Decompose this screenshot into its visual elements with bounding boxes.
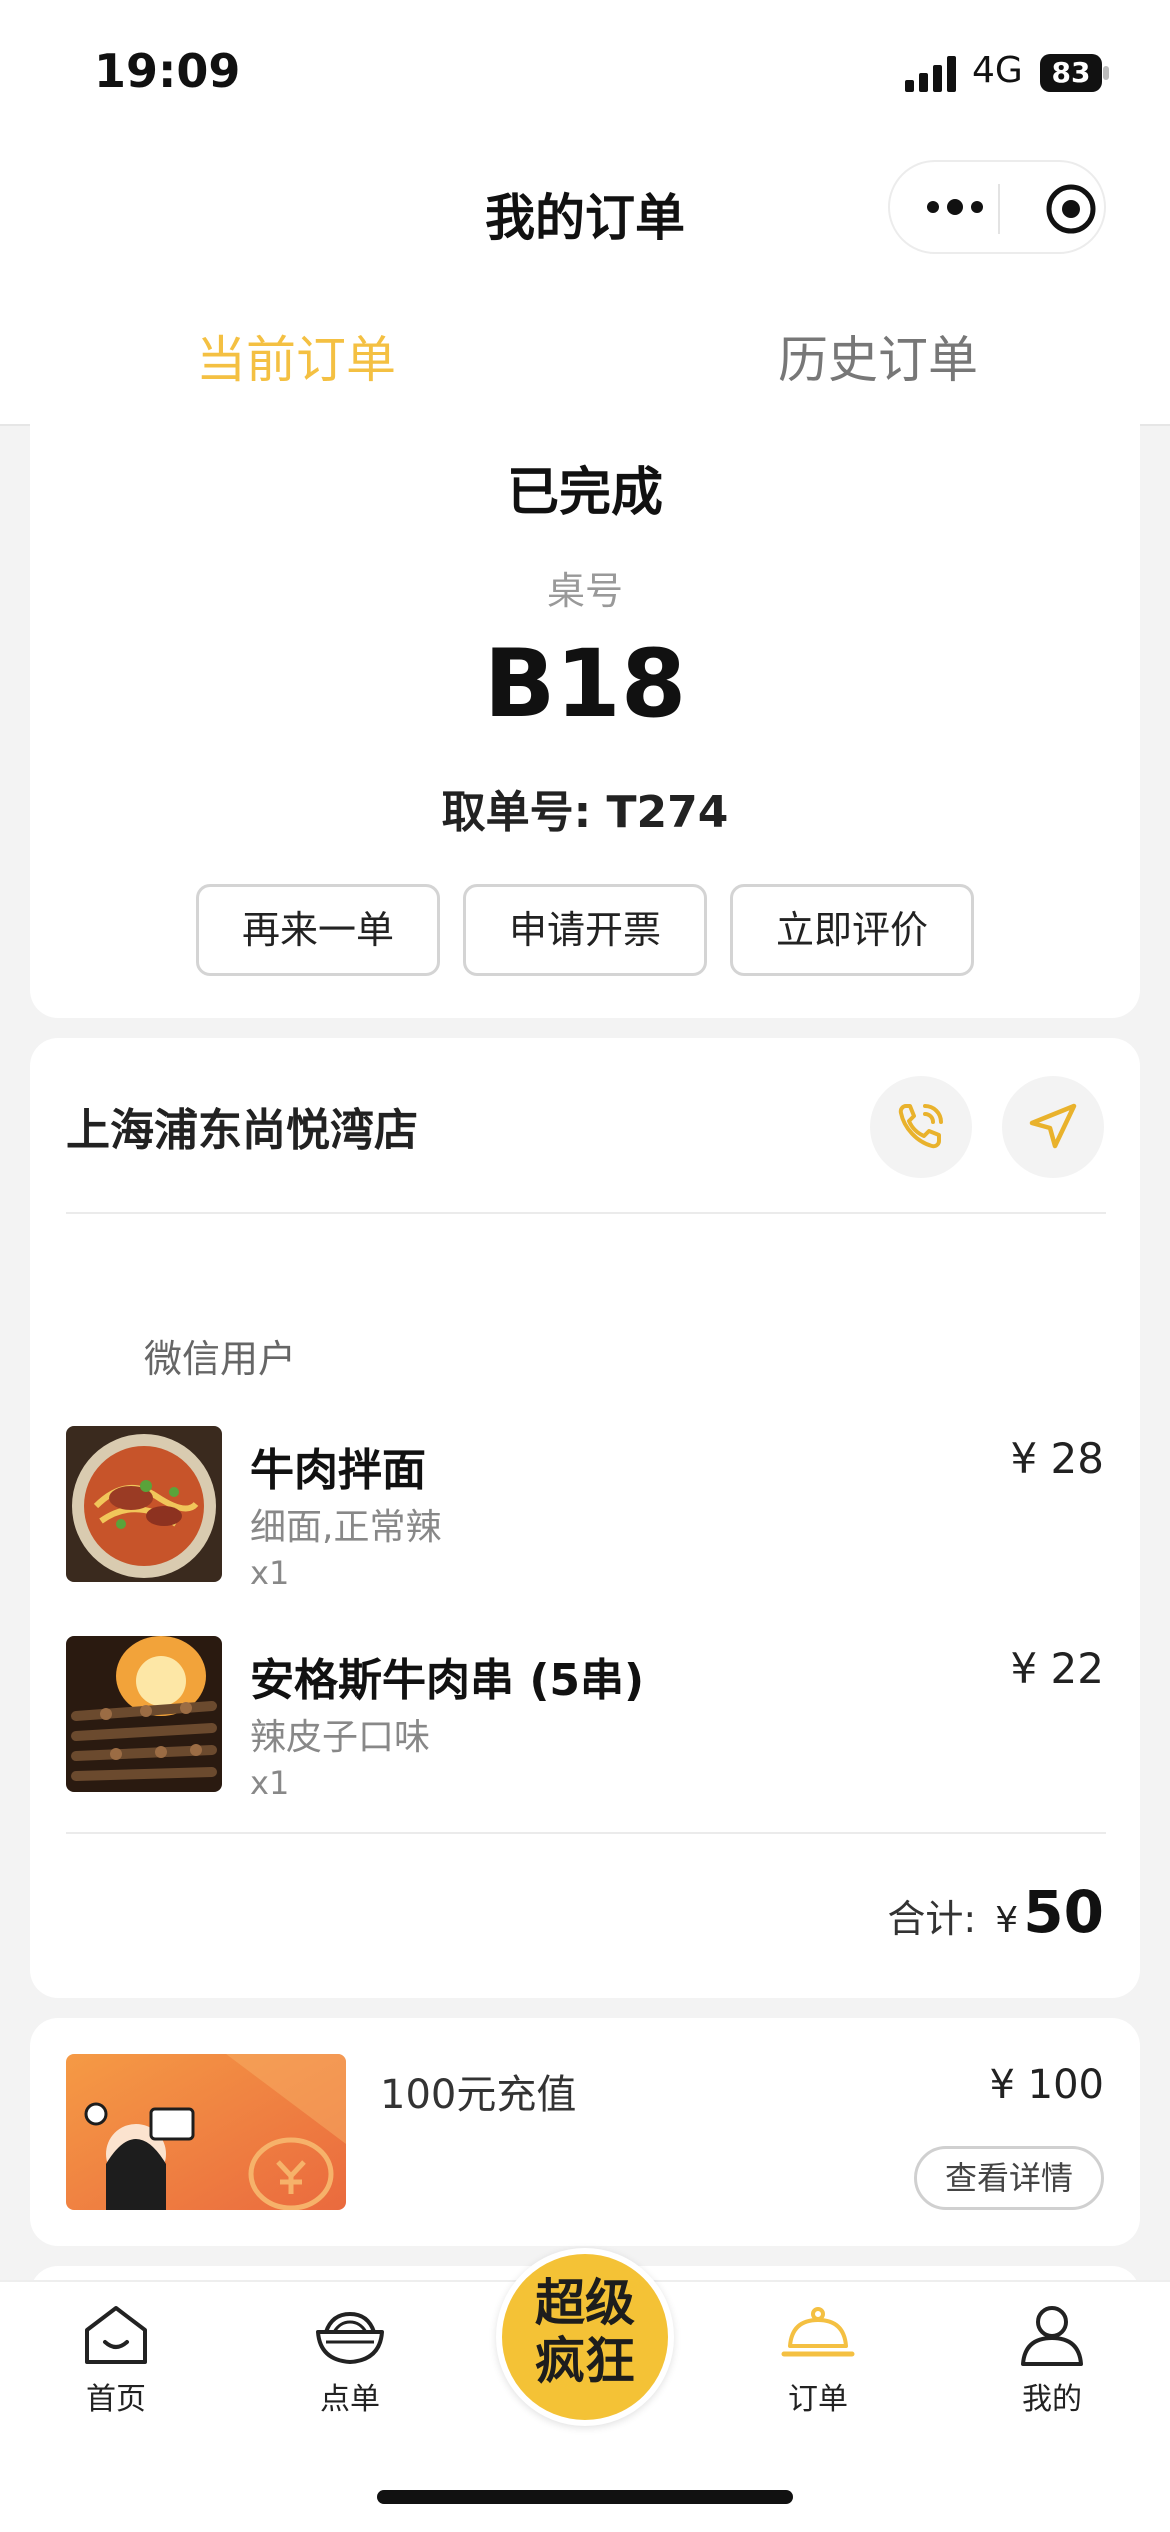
item-image-beef-noodle: [66, 1426, 222, 1582]
tabbar-order-label: 订单: [788, 2382, 848, 2417]
items-divider: [66, 1832, 1106, 1834]
total-label: 合计:: [887, 1897, 977, 1941]
status-bar: 19:09 4G 83: [0, 0, 1170, 140]
item-quantity: x1: [250, 1764, 290, 1802]
item-name: 牛肉拌面: [250, 1445, 426, 1496]
tabbar-order[interactable]: 订单: [738, 2302, 898, 2418]
table-label: 桌号: [546, 569, 623, 613]
tabbar-menu-label: 点单: [320, 2382, 380, 2417]
recharge-card: 100元充值 ¥ 100 查看详情: [30, 2018, 1140, 2246]
phone-icon: [898, 1104, 943, 1149]
capsule-divider: [998, 184, 1000, 234]
tabbar-mine[interactable]: 我的: [972, 2302, 1132, 2418]
battery-icon: 83: [1040, 54, 1110, 92]
tabbar-home[interactable]: 首页: [36, 2302, 196, 2418]
order-status: 已完成: [506, 463, 663, 523]
order-status-card: 已完成 桌号 B18 取单号: T274 再来一单 申请开票 立即评价: [30, 400, 1140, 1018]
item-image-beef-skewers: [66, 1636, 222, 1792]
network-type: 4G: [972, 50, 1023, 91]
item-spec: 辣皮子口味: [250, 1717, 431, 1758]
item-quantity: x1: [250, 1554, 290, 1592]
pickup-number: 取单号: T274: [441, 787, 729, 838]
close-target-icon[interactable]: [1044, 182, 1098, 236]
tabbar-mine-label: 我的: [1022, 2382, 1082, 2417]
home-indicator: [377, 2490, 793, 2504]
item-spec: 细面,正常辣: [250, 1507, 442, 1548]
order-total: 合计: ¥ 50: [887, 1878, 1104, 1946]
cellular-signal-icon: [905, 56, 956, 92]
tab-current-orders[interactable]: 当前订单: [196, 320, 396, 392]
reorder-button[interactable]: 再来一单: [196, 884, 440, 976]
order-detail-card: 上海浦东尚悦湾店 微信用户 牛肉拌面 细面,正常辣 x1 ¥ 28 安格斯牛肉串…: [30, 1038, 1140, 1998]
call-store-button[interactable]: [870, 1076, 972, 1178]
promo-line1: 超级: [535, 2274, 635, 2332]
promo-center-button[interactable]: 超级 疯狂: [496, 2248, 674, 2426]
tabbar-menu[interactable]: 点单: [270, 2302, 430, 2418]
item-price: ¥ 22: [1010, 1644, 1104, 1693]
store-divider: [66, 1212, 1106, 1214]
review-button[interactable]: 立即评价: [730, 884, 974, 976]
tab-history-orders[interactable]: 历史订单: [778, 320, 978, 392]
recharge-price: ¥ 100: [989, 2062, 1104, 2108]
table-number: B18: [483, 630, 687, 739]
mini-program-capsule: [888, 160, 1106, 254]
recharge-title: 100元充值: [380, 2072, 577, 2118]
item-price: ¥ 28: [1010, 1434, 1104, 1483]
status-time: 19:09: [94, 44, 241, 98]
nav-bar: 我的订单: [0, 140, 1170, 280]
noodle-bowl-icon: [316, 2311, 384, 2364]
orderer-name: 微信用户: [144, 1337, 297, 1381]
promo-line2: 疯狂: [535, 2332, 635, 2390]
invoice-button[interactable]: 申请开票: [463, 884, 707, 976]
total-value: 50: [1023, 1878, 1104, 1946]
more-dots-icon[interactable]: [926, 196, 984, 218]
tabbar-home-label: 首页: [86, 2382, 146, 2417]
view-details-button[interactable]: 查看详情: [914, 2146, 1104, 2210]
home-icon: [85, 2306, 147, 2364]
user-icon: [1021, 2306, 1083, 2366]
navigation-arrow-icon: [1029, 1103, 1077, 1149]
item-name: 安格斯牛肉串 (5串): [250, 1655, 645, 1706]
recharge-image: [66, 2054, 346, 2210]
store-name: 上海浦东尚悦湾店: [66, 1105, 418, 1156]
navigate-store-button[interactable]: [1002, 1076, 1104, 1178]
food-cloche-icon: [781, 2307, 855, 2357]
battery-level: 83: [1051, 56, 1091, 89]
total-currency: ¥: [995, 1900, 1019, 1941]
